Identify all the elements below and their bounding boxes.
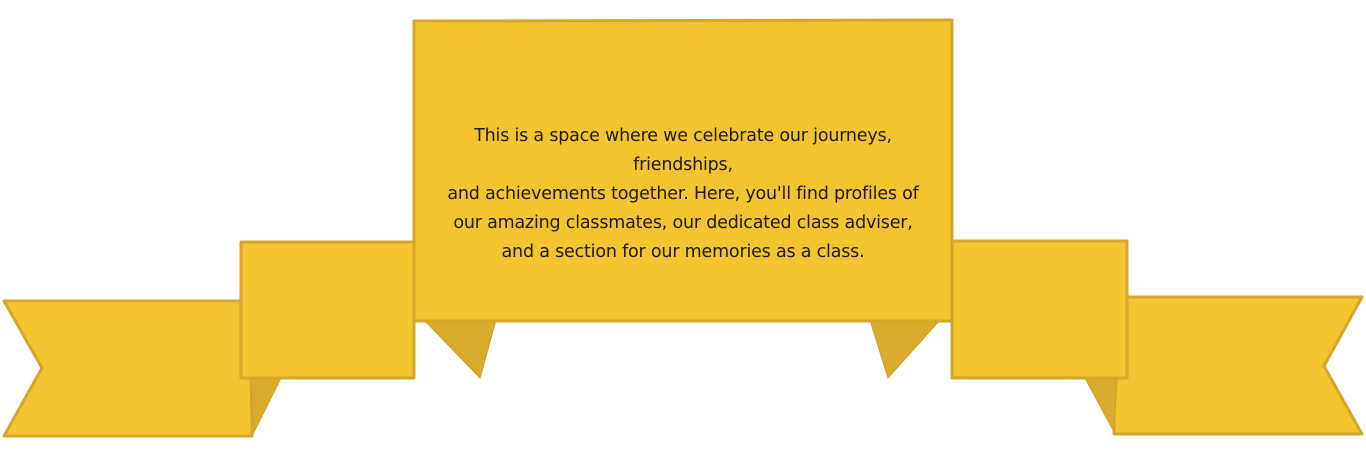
banner-line: friendships, [633, 155, 733, 175]
ribbon-right-inner-fold [869, 319, 942, 379]
banner-line: and achievements together. Here, you'll … [447, 184, 919, 204]
ribbon-left-band [239, 240, 416, 380]
ribbon-right-tail [1112, 295, 1364, 436]
ribbon-right-fold-shadow [1084, 377, 1118, 434]
ribbon-right-band [950, 239, 1129, 380]
ribbon-left-fold-shadow [249, 377, 282, 434]
banner-line: our amazing classmates, our dedicated cl… [453, 213, 913, 233]
banner-line: and a section for our memories as a clas… [501, 242, 865, 262]
ribbon-left-tail [2, 299, 254, 438]
banner-message: This is a space where we celebrate our j… [414, 122, 952, 267]
banner-line: This is a space where we celebrate our j… [474, 126, 892, 146]
ribbon-left-inner-fold [422, 319, 497, 379]
